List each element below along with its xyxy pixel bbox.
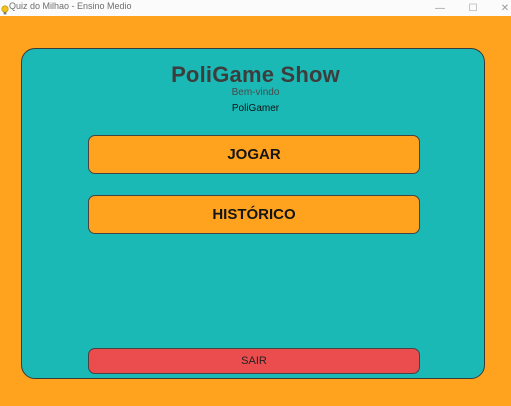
exit-button[interactable]: SAIR xyxy=(88,348,420,374)
play-button[interactable]: JOGAR xyxy=(88,135,420,174)
history-button[interactable]: HISTÓRICO xyxy=(88,195,420,234)
page-title: PoliGame Show xyxy=(171,62,340,87)
close-button[interactable]: ✕ xyxy=(490,0,511,16)
window-title: Quiz do Milhao - Ensino Medio xyxy=(9,1,132,11)
window-titlebar: Quiz do Milhao - Ensino Medio — ☐ ✕ xyxy=(0,0,511,16)
maximize-button[interactable]: ☐ xyxy=(458,0,488,16)
lightbulb-icon xyxy=(1,2,9,15)
username-label: PoliGamer xyxy=(231,103,280,114)
welcome-text: Bem-vindo xyxy=(231,87,280,98)
minimize-button[interactable]: — xyxy=(425,0,455,16)
